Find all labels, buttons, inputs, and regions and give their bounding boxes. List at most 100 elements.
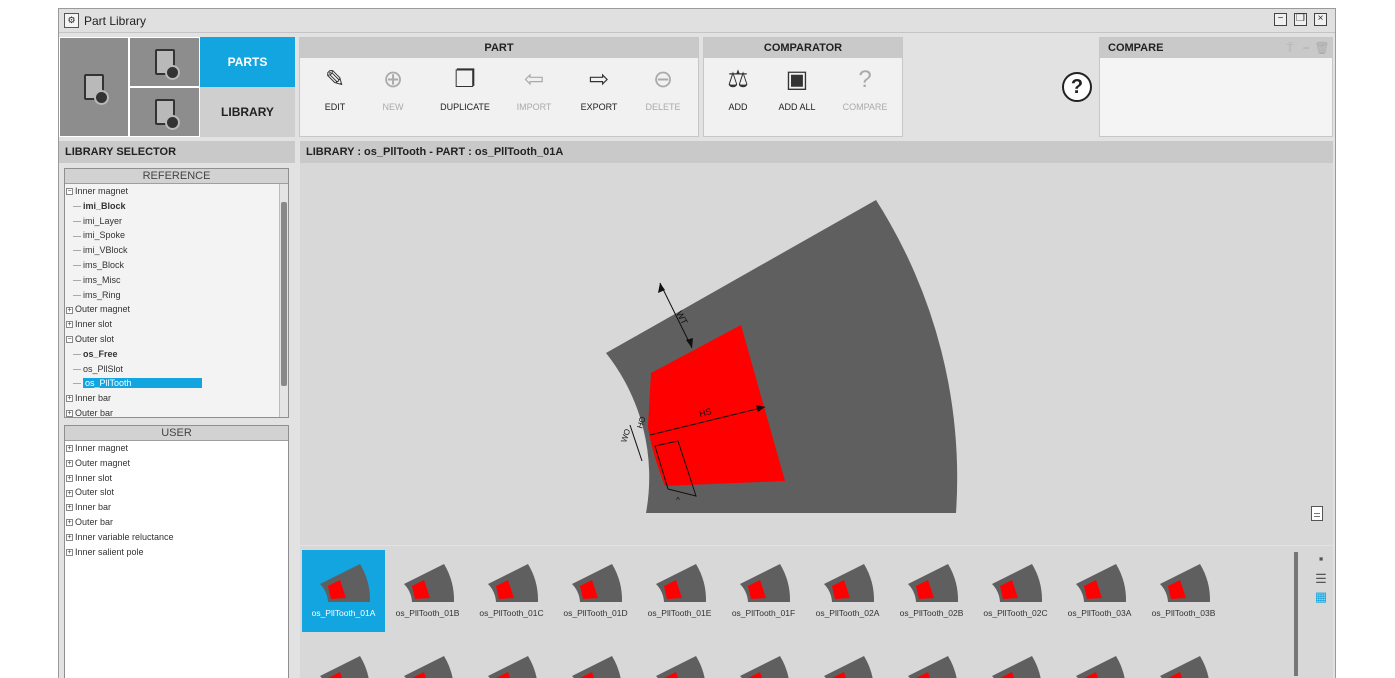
part-thumbnail[interactable]: os_PllTooth_03A <box>1058 550 1141 632</box>
user-tree-item[interactable]: + Inner slot <box>65 471 288 486</box>
part-thumbnail[interactable] <box>554 644 637 678</box>
restore-icon[interactable]: ❐ <box>1294 13 1307 26</box>
part-thumbnail[interactable]: os_PllTooth_02C <box>974 550 1057 632</box>
collapse-icon[interactable]: − <box>66 188 73 196</box>
reference-tree-item[interactable]: + Inner bar <box>65 391 288 406</box>
help-button[interactable]: ? <box>1062 72 1092 102</box>
collapse-icon[interactable]: − <box>66 336 73 344</box>
expand-icon[interactable]: + <box>66 306 73 314</box>
new-library-tile[interactable] <box>129 37 200 87</box>
close-icon[interactable]: × <box>1314 13 1327 26</box>
compare-button[interactable]: ? COMPARE <box>836 64 894 124</box>
thumbnail-strip: os_PllTooth_01A os_PllTooth_01B os_PllToot… <box>300 546 1333 678</box>
reference-tree-item[interactable]: imi_Spoke <box>65 228 288 243</box>
reference-tree-item[interactable]: + Inner slot <box>65 317 288 332</box>
expand-icon[interactable]: + <box>66 321 73 329</box>
reference-tree-item[interactable]: − Outer slot <box>65 332 288 347</box>
list-view-icon[interactable]: ☰ <box>1313 572 1329 586</box>
tab-library[interactable]: LIBRARY <box>200 87 295 137</box>
expand-icon[interactable]: + <box>66 519 73 527</box>
expand-icon[interactable]: + <box>66 410 73 417</box>
reference-scrollbar[interactable] <box>279 184 288 417</box>
thumbnail-scrollbar[interactable] <box>1294 552 1298 676</box>
duplicate-button[interactable]: ❐ DUPLICATE <box>430 64 500 124</box>
part-thumbnail[interactable] <box>1142 644 1225 678</box>
part-thumbnail[interactable] <box>302 644 385 678</box>
import-library-tile[interactable] <box>129 87 200 137</box>
new-button[interactable]: ⊕ NEW <box>364 64 422 124</box>
export-button[interactable]: ⇨ EXPORT <box>570 64 628 124</box>
user-tree-item[interactable]: + Outer bar <box>65 515 288 530</box>
expand-icon[interactable]: + <box>66 504 73 512</box>
part-thumbnail-icon <box>1159 656 1209 678</box>
edit-button[interactable]: ✎ EDIT <box>306 64 364 124</box>
part-thumbnail[interactable]: os_PllTooth_01C <box>470 550 553 632</box>
expand-icon[interactable]: + <box>66 459 73 467</box>
user-title: USER <box>65 426 288 441</box>
export-label: EXPORT <box>580 102 618 112</box>
pin-icon[interactable]: ⍑ <box>1282 40 1298 56</box>
edit-icon: ✎ <box>324 66 346 93</box>
expand-icon[interactable]: + <box>66 395 73 403</box>
remove-icon[interactable]: − <box>1298 40 1314 56</box>
part-thumbnail[interactable]: os_PllTooth_01D <box>554 550 637 632</box>
compare-icon: ? <box>858 66 872 93</box>
add-button[interactable]: ⚖ ADD <box>709 64 767 124</box>
reference-tree-item[interactable]: − Inner magnet <box>65 184 288 199</box>
part-thumbnail[interactable] <box>638 644 721 678</box>
delete-label: DELETE <box>645 102 681 112</box>
reference-tree-item[interactable]: ims_Ring <box>65 288 288 303</box>
part-thumbnail[interactable] <box>806 644 889 678</box>
part-thumbnail[interactable]: os_PllTooth_01E <box>638 550 721 632</box>
expand-icon[interactable]: + <box>66 445 73 453</box>
document-icon[interactable] <box>1311 506 1323 521</box>
large-view-icon[interactable]: ▪ <box>1313 552 1329 566</box>
tree-item-label: Inner magnet <box>75 186 129 196</box>
expand-icon[interactable]: + <box>66 474 73 482</box>
part-thumbnail[interactable]: os_PllTooth_01B <box>386 550 469 632</box>
scrollbar-thumb[interactable] <box>281 202 287 386</box>
import-button[interactable]: ⇦ IMPORT <box>505 64 563 124</box>
user-tree-item[interactable]: + Outer magnet <box>65 456 288 471</box>
expand-icon[interactable]: + <box>66 533 73 541</box>
import-label: IMPORT <box>516 102 552 112</box>
add-all-button[interactable]: ▣ ADD ALL <box>768 64 826 124</box>
comparator-toolbar-group: COMPARATOR ⚖ ADD ▣ ADD ALL ? COMPARE <box>703 37 903 137</box>
reference-tree-item[interactable]: os_Free <box>65 347 288 362</box>
reference-tree-item[interactable]: + Outer magnet <box>65 302 288 317</box>
user-tree-item[interactable]: + Outer slot <box>65 485 288 500</box>
reference-tree-item[interactable]: os_PllSlot <box>65 362 288 377</box>
part-thumbnail-icon <box>487 564 538 602</box>
part-thumbnail[interactable]: os_PllTooth_03B <box>1142 550 1225 632</box>
grid-view-icon[interactable]: ▦ <box>1313 590 1329 604</box>
reference-tree-item[interactable]: ims_Misc <box>65 273 288 288</box>
part-thumbnail[interactable]: os_PllTooth_02A <box>806 550 889 632</box>
part-thumbnail[interactable] <box>470 644 553 678</box>
tab-parts[interactable]: PARTS <box>200 37 295 87</box>
minimize-icon[interactable]: − <box>1274 13 1287 26</box>
part-thumbnail[interactable] <box>1058 644 1141 678</box>
user-tree-item[interactable]: + Inner bar <box>65 500 288 515</box>
user-tree-item[interactable]: + Inner variable reluctance <box>65 530 288 545</box>
part-thumbnail[interactable] <box>386 644 469 678</box>
part-thumbnail[interactable]: os_PllTooth_02B <box>890 550 973 632</box>
user-tree-item[interactable]: + Inner magnet <box>65 441 288 456</box>
reference-tree-item[interactable]: + Outer bar <box>65 406 288 417</box>
part-thumbnail[interactable] <box>890 644 973 678</box>
library-tile-main[interactable] <box>59 37 129 137</box>
reference-tree-item[interactable]: imi_VBlock <box>65 243 288 258</box>
expand-icon[interactable]: + <box>66 489 73 497</box>
reference-tree-item[interactable]: imi_Block <box>65 199 288 214</box>
reference-tree-item[interactable]: imi_Layer <box>65 214 288 229</box>
part-thumbnail[interactable] <box>974 644 1057 678</box>
user-tree-item[interactable]: + Inner salient pole <box>65 545 288 560</box>
part-thumbnail[interactable]: os_PllTooth_01F <box>722 550 805 632</box>
delete-button[interactable]: ⊖ DELETE <box>634 64 692 124</box>
reference-tree-item[interactable]: ims_Block <box>65 258 288 273</box>
part-thumbnail[interactable] <box>722 644 805 678</box>
expand-icon[interactable]: + <box>66 548 73 556</box>
part-toolbar-group: PART ✎ EDIT ⊕ NEW ❐ DUPLICATE ⇦ IMPORT ⇨… <box>299 37 699 137</box>
part-thumbnail[interactable]: os_PllTooth_01A <box>302 550 385 632</box>
trash-icon[interactable]: 🗑 <box>1314 40 1330 56</box>
reference-tree-item[interactable]: os_PllTooth <box>65 376 288 391</box>
